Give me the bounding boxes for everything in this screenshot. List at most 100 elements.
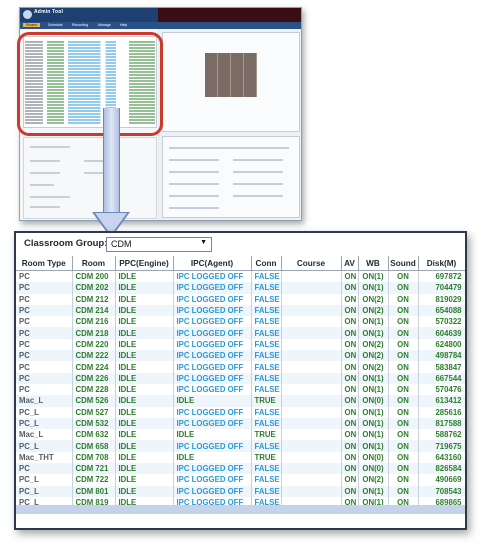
conn-cell: FALSE — [251, 406, 282, 418]
room-type-cell: PC — [16, 463, 73, 475]
column-header[interactable]: WB — [358, 256, 389, 271]
table-row[interactable]: PC CDM 226 IDLE IPC LOGGED OFF FALSE ON ON(1) O… — [16, 372, 465, 384]
ipc-agent-cell: IPC LOGGED OFF — [173, 282, 252, 294]
table-row[interactable]: PC_L CDM 658 IDLE IPC LOGGED OFF FALSE ON ON(1… — [16, 440, 465, 452]
av-cell: ON — [341, 304, 359, 317]
table-row[interactable]: PC_L CDM 532 IDLE IPC LOGGED OFF FALSE ON ON(1… — [16, 417, 465, 430]
column-header[interactable]: AV — [341, 256, 359, 271]
table-row[interactable]: PC CDM 228 IDLE IPC LOGGED OFF FALSE ON ON(1) O… — [16, 383, 465, 396]
course-cell — [281, 293, 342, 305]
highlight-callout-box — [17, 32, 163, 136]
table-row[interactable]: Mac_L CDM 526 IDLE IDLE TRUE ON ON(0) ON 613412 — [16, 395, 465, 407]
table-row[interactable]: Mac_L CDM 632 IDLE IDLE TRUE ON ON(1) ON 588762 — [16, 429, 465, 441]
thumbnail-tab: Help — [120, 23, 128, 27]
wb-cell: ON(1) — [358, 316, 389, 328]
av-cell: ON — [341, 429, 359, 441]
av-cell: ON — [341, 451, 359, 464]
sound-cell: ON — [388, 372, 419, 384]
room-cell: CDM 658 — [72, 440, 116, 452]
wb-cell: ON(1) — [358, 417, 389, 430]
table-row[interactable]: PC_L CDM 722 IDLE IPC LOGGED OFF FALSE ON ON(2… — [16, 474, 465, 486]
room-cell: CDM 801 — [72, 485, 116, 497]
wb-cell: ON(0) — [358, 451, 389, 464]
room-cell: CDM 722 — [72, 474, 116, 486]
column-header[interactable]: Sound — [388, 256, 419, 271]
classroom-group-select[interactable]: CDM ▼ — [106, 237, 212, 252]
ppc-engine-cell: IDLE — [115, 282, 174, 294]
av-cell: ON — [341, 406, 359, 418]
course-cell — [281, 485, 342, 497]
av-cell: ON — [341, 485, 359, 497]
course-cell — [281, 417, 342, 430]
wb-cell: ON(2) — [358, 293, 389, 305]
sound-cell: ON — [388, 485, 419, 497]
table-row[interactable]: PC CDM 214 IDLE IPC LOGGED OFF FALSE ON ON(2) O… — [16, 304, 465, 317]
disk-cell: 570322 — [418, 316, 465, 328]
logo-icon — [23, 10, 32, 19]
thumbnail-settings-form — [23, 137, 157, 219]
room-status-table: Room Type Room PPC(Engine) IPC(Agent) Co… — [16, 256, 465, 528]
course-cell — [281, 474, 342, 486]
wb-cell: ON(1) — [358, 270, 389, 283]
wb-cell: ON(1) — [358, 429, 389, 441]
wb-cell: ON(1) — [358, 485, 389, 497]
course-cell — [281, 406, 342, 418]
av-cell: ON — [341, 395, 359, 407]
table-footer-spacer — [16, 514, 465, 528]
column-header[interactable]: Room — [72, 256, 116, 271]
av-cell: ON — [341, 383, 359, 396]
disk-cell: 285616 — [418, 406, 465, 418]
table-row[interactable]: PC CDM 220 IDLE IPC LOGGED OFF FALSE ON ON(2) O… — [16, 338, 465, 351]
table-row[interactable]: PC_L CDM 801 IDLE IPC LOGGED OFF FALSE ON ON(1… — [16, 485, 465, 497]
disk-cell: 498784 — [418, 350, 465, 362]
table-footer-bar — [16, 505, 465, 514]
table-row[interactable]: PC CDM 200 IDLE IPC LOGGED OFF FALSE ON ON(1) O… — [16, 270, 465, 283]
sound-cell: ON — [388, 406, 419, 418]
column-header[interactable]: Disk(M) — [418, 256, 465, 271]
ipc-agent-cell: IPC LOGGED OFF — [173, 270, 252, 283]
conn-cell: FALSE — [251, 440, 282, 452]
ipc-agent-cell: IPC LOGGED OFF — [173, 350, 252, 362]
course-cell — [281, 429, 342, 441]
disk-cell: 654088 — [418, 304, 465, 317]
ipc-agent-cell: IPC LOGGED OFF — [173, 474, 252, 486]
table-row[interactable]: PC CDM 218 IDLE IPC LOGGED OFF FALSE ON ON(1) O… — [16, 327, 465, 339]
table-row[interactable]: PC_L CDM 527 IDLE IPC LOGGED OFF FALSE ON ON(1… — [16, 406, 465, 418]
course-cell — [281, 463, 342, 475]
disk-cell: 643160 — [418, 451, 465, 464]
table-row[interactable]: PC CDM 212 IDLE IPC LOGGED OFF FALSE ON ON(2) O… — [16, 293, 465, 305]
course-cell — [281, 338, 342, 351]
room-cell: CDM 708 — [72, 451, 116, 464]
ipc-agent-cell: IPC LOGGED OFF — [173, 316, 252, 328]
column-header[interactable]: PPC(Engine) — [115, 256, 174, 271]
column-header[interactable]: IPC(Agent) — [173, 256, 252, 271]
room-type-cell: PC — [16, 361, 73, 373]
conn-cell: FALSE — [251, 417, 282, 430]
room-cell: CDM 632 — [72, 429, 116, 441]
column-header[interactable]: Room Type — [16, 256, 73, 271]
room-type-cell: Mac_L — [16, 395, 73, 407]
conn-cell: FALSE — [251, 463, 282, 475]
wb-cell: ON(2) — [358, 338, 389, 351]
column-header[interactable]: Course — [281, 256, 342, 271]
room-type-cell: PC — [16, 338, 73, 351]
av-cell: ON — [341, 282, 359, 294]
wb-cell: ON(2) — [358, 474, 389, 486]
conn-cell: FALSE — [251, 293, 282, 305]
av-cell: ON — [341, 338, 359, 351]
course-cell — [281, 270, 342, 283]
ppc-engine-cell: IDLE — [115, 474, 174, 486]
wb-cell: ON(2) — [358, 304, 389, 317]
ipc-agent-cell: IDLE — [173, 451, 252, 464]
av-cell: ON — [341, 270, 359, 283]
table-row[interactable]: Mac_THT CDM 708 IDLE IDLE TRUE ON ON(0) ON 64316… — [16, 451, 465, 464]
table-row[interactable]: PC CDM 224 IDLE IPC LOGGED OFF FALSE ON ON(2) O… — [16, 361, 465, 373]
room-type-cell: PC_L — [16, 474, 73, 486]
ipc-agent-cell: IPC LOGGED OFF — [173, 304, 252, 317]
table-row[interactable]: PC CDM 721 IDLE IPC LOGGED OFF FALSE ON ON(0) O… — [16, 463, 465, 475]
table-row[interactable]: PC CDM 202 IDLE IPC LOGGED OFF FALSE ON ON(1) O… — [16, 282, 465, 294]
table-row[interactable]: PC CDM 216 IDLE IPC LOGGED OFF FALSE ON ON(1) O… — [16, 316, 465, 328]
column-header[interactable]: Conn — [251, 256, 282, 271]
classroom-group-label: Classroom Group: — [24, 238, 108, 249]
table-row[interactable]: PC CDM 222 IDLE IPC LOGGED OFF FALSE ON ON(2) O… — [16, 350, 465, 362]
